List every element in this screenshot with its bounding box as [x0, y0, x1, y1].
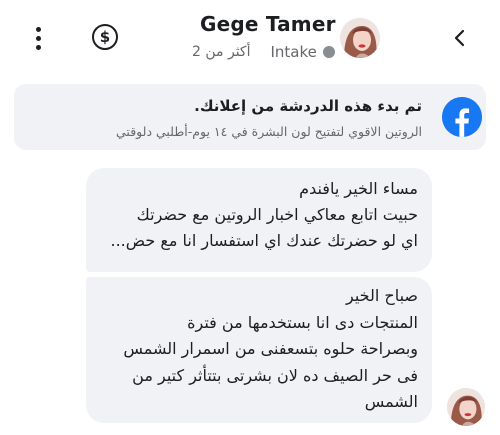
- message-line: الشمس: [364, 392, 418, 411]
- more-options-icon[interactable]: [26, 22, 50, 54]
- message-text: صباح الخير المنتجات دى انا بستخدمها من ف…: [96, 283, 418, 416]
- contact-avatar[interactable]: [340, 18, 380, 58]
- conversation-header: $ Gege Tamer أكثر من 2 Intake: [0, 0, 500, 74]
- message-line: المنتجات دى انا بستخدمها من فترة: [187, 312, 418, 332]
- status-dot-icon: [322, 46, 335, 58]
- intake-label[interactable]: Intake: [270, 43, 316, 61]
- ad-origin-title: تم بدء هذه الدردشة من إعلانك.: [194, 97, 422, 115]
- message-line: اي لو حضرتك عندك اي استفسار انا مع حض...: [110, 231, 418, 250]
- contact-name[interactable]: Gege Tamer: [200, 12, 336, 36]
- message-bubble[interactable]: مساء الخير يافندم حبيت اتابع معاكي اخبار…: [86, 168, 432, 272]
- facebook-logo-icon: [442, 97, 482, 137]
- contact-status-line: أكثر من 2 Intake: [192, 42, 335, 62]
- sender-avatar[interactable]: [447, 388, 485, 426]
- last-active-time: أكثر من 2: [192, 44, 251, 60]
- message-line: وبصراحة حلوه بتسعفنى من اسمرار الشمس: [123, 339, 418, 358]
- payment-dollar-icon[interactable]: $: [92, 24, 118, 50]
- message-line: صباح الخير: [345, 286, 418, 305]
- message-bubble[interactable]: صباح الخير المنتجات دى انا بستخدمها من ف…: [86, 277, 432, 423]
- message-line: مساء الخير يافندم: [299, 179, 418, 198]
- message-text: مساء الخير يافندم حبيت اتابع معاكي اخبار…: [96, 176, 418, 254]
- ad-origin-card[interactable]: تم بدء هذه الدردشة من إعلانك. الروتين ال…: [14, 84, 486, 150]
- message-line: حبيت اتابع معاكي اخبار الروتين مع حضرتك: [136, 205, 418, 224]
- message-line: فى حر الصيف ده لان بشرتى بتتأثر كتير من: [132, 365, 418, 385]
- back-chevron-icon[interactable]: [448, 26, 472, 50]
- ad-name[interactable]: الروتين الاقوي لتفتيح لون البشرة في ١٤ ي…: [116, 124, 422, 139]
